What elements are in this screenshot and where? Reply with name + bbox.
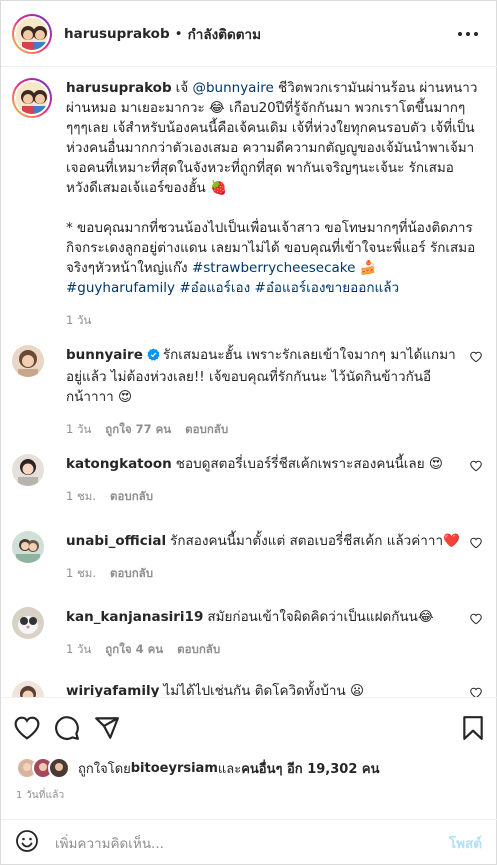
likes-middle: และ [217, 761, 242, 777]
commenter-username[interactable]: katongkatoon [66, 456, 172, 472]
caption-text-b: ชีวิตพวกเรามันผ่านร้อน ผ่านหนาว ผ่านหมอ … [66, 80, 478, 196]
caption-time: 1 วัน [66, 313, 92, 327]
comment-heart-icon[interactable] [470, 613, 482, 629]
comment-heart-icon[interactable] [470, 537, 482, 553]
comment-time: 1 วัน [66, 422, 92, 436]
author-username[interactable]: harusuprakob [64, 26, 170, 42]
comment-text: สมัยก่อนเข้าใจผิดคิดว่าเป็นแฝดกันน😂 [207, 609, 434, 625]
commenter-avatar[interactable] [12, 681, 44, 697]
comment-heart-icon[interactable] [470, 351, 482, 367]
liker-avatars [16, 757, 70, 779]
comment-heart-icon[interactable] [470, 460, 482, 476]
commenter-avatar[interactable] [12, 607, 44, 639]
likes-others[interactable]: คนอื่นๆ อีก 19,302 คน [241, 758, 379, 779]
reply-button[interactable]: ตอบกลับ [110, 488, 153, 506]
reply-button[interactable]: ตอบกลับ [177, 641, 220, 659]
commenter-username[interactable]: bunnyaire [66, 347, 143, 363]
heart-icon[interactable] [14, 715, 40, 745]
caption-username[interactable]: harusuprakob [66, 80, 172, 96]
liker-avatar [48, 757, 70, 779]
comments-list[interactable]: harusuprakob เจ้ @bunnyaire ชีวิตพวกเรามั… [1, 67, 497, 697]
post-button[interactable]: โพสต์ [449, 832, 482, 854]
share-icon[interactable] [94, 715, 120, 745]
comment-time: 1 ชม. [66, 566, 97, 580]
more-options-icon[interactable] [458, 24, 478, 44]
commenter-username[interactable]: wiriyafamily [66, 683, 159, 697]
caption-hashtags[interactable]: #guyharufamily #อ๋อแอร์เอง #อ๋อแอร์เองขา… [66, 280, 399, 296]
caption-avatar[interactable] [12, 78, 52, 118]
likes-prefix: ถูกใจโดย [78, 761, 131, 777]
caption-mention[interactable]: @bunnyaire [192, 80, 273, 96]
verified-badge-icon [147, 347, 160, 367]
actions-divider [1, 697, 497, 698]
commenter-avatar[interactable] [12, 531, 44, 563]
likes-first-user[interactable]: bitoeyrsiam [131, 761, 218, 776]
caption-text-a: เจ้ [175, 80, 193, 96]
comment-time: 1 ชม. [66, 489, 97, 503]
add-comment-bar: เพิ่มความคิดเห็น... โพสต์ [1, 819, 497, 865]
comment-text: รักสองคนนี้มาตั้งแต่ สตอเบอรี่ชีสเค้ก แล… [170, 533, 460, 549]
comment-likes[interactable]: ถูกใจ 4 คน [105, 641, 163, 659]
comment-input[interactable]: เพิ่มความคิดเห็น... [55, 832, 449, 854]
comment-time: 1 วัน [66, 642, 92, 656]
commenter-avatar[interactable] [12, 454, 44, 486]
post-header: harusuprakob • กำลังติดตาม [1, 1, 497, 67]
comment-icon[interactable] [54, 715, 80, 745]
reply-button[interactable]: ตอบกลับ [185, 421, 228, 439]
separator-dot: • [174, 25, 183, 42]
commenter-username[interactable]: unabi_official [66, 533, 166, 549]
commenter-username[interactable]: kan_kanjanasiri19 [66, 609, 203, 625]
comment-text: ไม่ได้ไปเช่นกัน ติดโควิดทั้งบ้าน 😦 [163, 683, 365, 697]
reply-button[interactable]: ตอบกลับ [110, 565, 153, 583]
author-avatar[interactable] [12, 13, 52, 54]
commenter-avatar[interactable] [12, 345, 44, 377]
following-button[interactable]: กำลังติดตาม [188, 23, 261, 45]
post-actions [14, 715, 486, 741]
post-dialog: harusuprakob • กำลังติดตาม harusuprakob เ… [0, 0, 497, 865]
post-timestamp[interactable]: 1 วันที่แล้ว [16, 788, 64, 803]
emoji-icon[interactable] [15, 829, 39, 857]
comment-likes[interactable]: ถูกใจ 77 คน [105, 421, 171, 439]
comment-text: ชอบดูสตอรี่เบอร์รี่ชีสเค้กเพราะสองคนนี้เ… [175, 456, 443, 472]
comment-heart-icon[interactable] [470, 687, 482, 697]
likes-summary[interactable]: ถูกใจโดย bitoeyrsiam และ คนอื่นๆ อีก 19,… [16, 757, 379, 779]
caption-hashtag[interactable]: #strawberrycheesecake 🍰 [192, 260, 377, 276]
bookmark-icon[interactable] [460, 715, 486, 745]
